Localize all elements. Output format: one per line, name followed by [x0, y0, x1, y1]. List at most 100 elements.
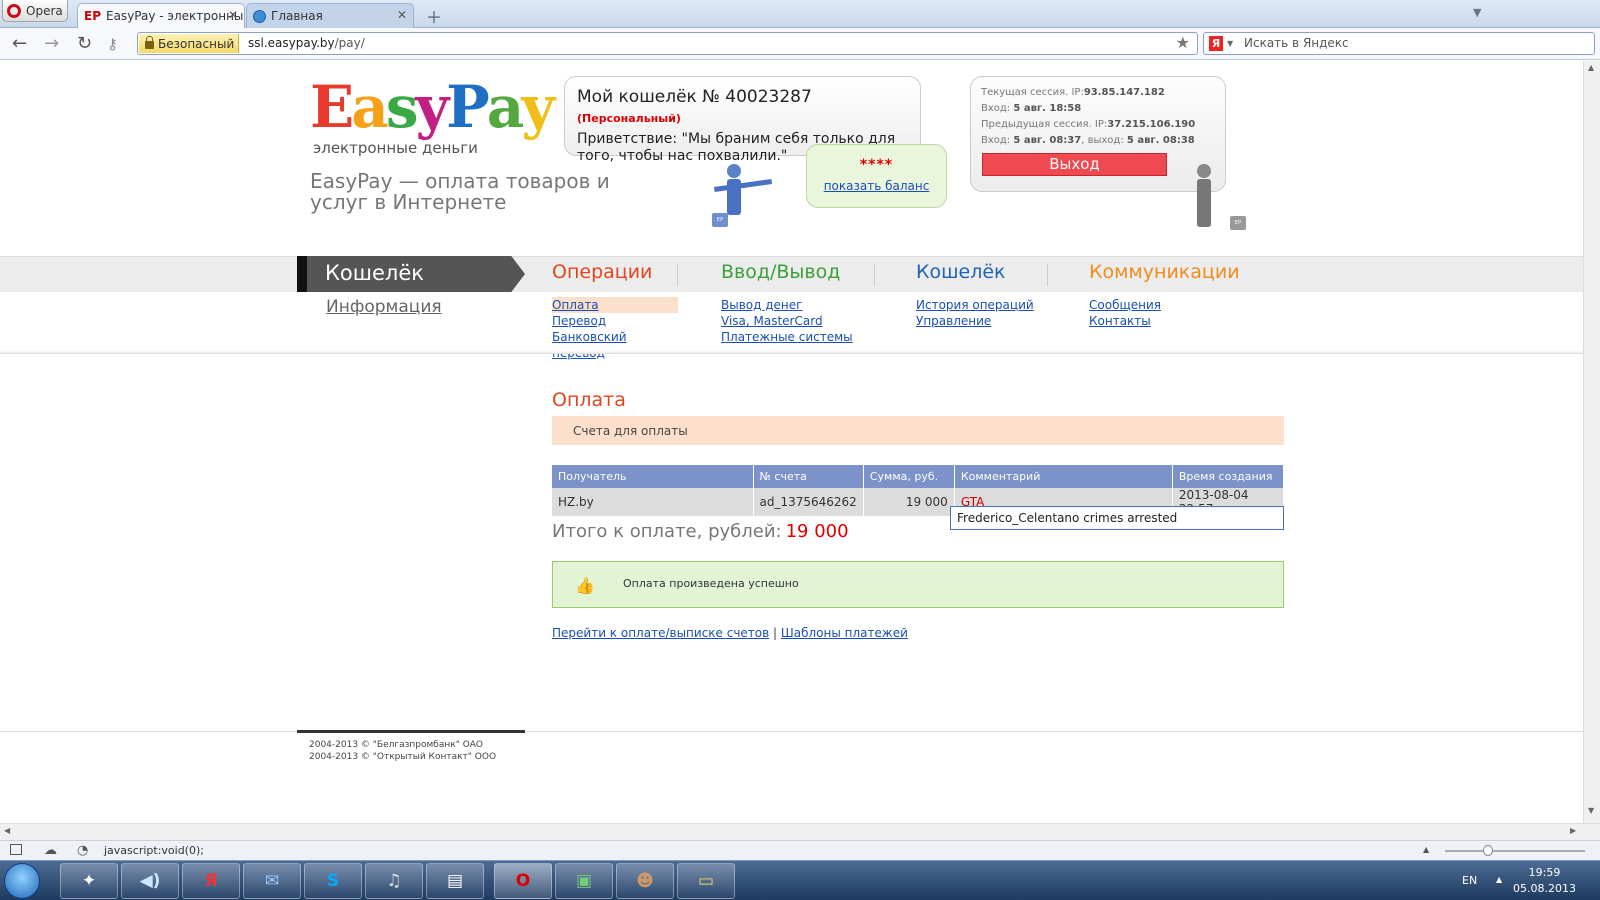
zoom-slider[interactable]: [1445, 850, 1585, 852]
cloud-icon[interactable]: ☁: [44, 843, 57, 858]
footer-copyright: 2004-2013 © "Открытый Контакт" ООО: [309, 752, 497, 762]
bottom-links: Перейти к оплате/выписке счетов | Шаблон…: [552, 626, 908, 640]
submenu-link-withdraw[interactable]: Вывод денег: [721, 297, 853, 313]
start-button[interactable]: [4, 863, 40, 899]
system-clock[interactable]: 19:59 05.08.2013: [1513, 865, 1576, 897]
info-link[interactable]: Информация: [326, 297, 442, 317]
section-subtitle: Счета для оплаты: [552, 416, 1284, 445]
opera-menu-button[interactable]: Opera: [2, 0, 68, 22]
scroll-left-icon[interactable]: ◀: [4, 826, 10, 835]
scroll-down-icon[interactable]: ▼: [1588, 806, 1594, 815]
cell-amount: 19 000: [863, 488, 955, 516]
taskbar-app-skype-icon[interactable]: S: [304, 863, 362, 899]
new-tab-icon[interactable]: ＋: [426, 4, 442, 28]
taskbar-app-opera-icon[interactable]: O: [494, 863, 552, 899]
tab-main[interactable]: Главная ✕: [246, 3, 414, 28]
current-login: Вход: 5 авг. 18:58: [981, 103, 1082, 114]
success-message-box: 👍 Оплата произведена успешно: [552, 561, 1284, 608]
submenu-link-management[interactable]: Управление: [916, 313, 1034, 329]
url-field[interactable]: Безопасный ssl.easypay.by/pay/ ★: [137, 32, 1198, 55]
logo-letter: y: [521, 73, 555, 141]
bookmark-star-icon[interactable]: ★: [1176, 33, 1190, 52]
taskbar-app-yandex-icon[interactable]: Я: [182, 863, 240, 899]
taskbar-app-game-icon[interactable]: ☻: [616, 863, 674, 899]
scroll-up-icon[interactable]: ▲: [1588, 63, 1594, 72]
previous-login: Вход: 5 авг. 08:37, выход: 5 авг. 08:38: [981, 135, 1195, 146]
wallet-number: Мой кошелёк № 40023287: [577, 87, 812, 107]
menu-operations[interactable]: Операции: [552, 261, 652, 283]
security-badge[interactable]: Безопасный: [139, 34, 239, 53]
submenu-link-payment[interactable]: Оплата: [552, 297, 678, 313]
menu-wallet[interactable]: Кошелёк: [916, 261, 1006, 283]
link-separator: |: [773, 626, 778, 640]
taskbar-app-document-icon[interactable]: ▤: [426, 863, 484, 899]
submenu-link-transfer[interactable]: Перевод: [552, 313, 678, 329]
taskbar-app-folder-icon[interactable]: ▭: [677, 863, 735, 899]
site-tagline: EasyPay — оплата товаров и услуг в Интер…: [310, 169, 610, 214]
menu-io[interactable]: Ввод/Вывод: [721, 261, 840, 283]
language-indicator[interactable]: EN: [1462, 874, 1477, 887]
back-icon[interactable]: ←: [12, 34, 27, 54]
submenu-wallet: История операций Управление: [916, 297, 1034, 329]
submenu-link-messages[interactable]: Сообщения: [1089, 297, 1161, 313]
submenu-io: Вывод денег Visa, MasterCard Платежные с…: [721, 297, 853, 345]
search-engine-dropdown-icon[interactable]: ▼: [1227, 33, 1233, 54]
column-header: Сумма, руб.: [863, 465, 955, 488]
templates-link[interactable]: Шаблоны платежей: [781, 626, 908, 640]
column-header: № счета: [753, 465, 864, 488]
submenu-link-history[interactable]: История операций: [916, 297, 1034, 313]
search-input[interactable]: Я ▼ Искать в Яндекс: [1203, 32, 1595, 55]
browser-tab-bar: Opera EP EasyPay - электронны... ✕ Главн…: [0, 0, 1600, 28]
submenu-link-bank-transfer[interactable]: Банковский перевод: [552, 329, 678, 361]
menu-separator: [874, 264, 875, 286]
footer-accent: [297, 730, 525, 733]
menu-communications[interactable]: Коммуникации: [1089, 261, 1240, 283]
key-icon[interactable]: ⚷: [107, 34, 118, 54]
submenu-link-cards[interactable]: Visa, MasterCard: [721, 313, 853, 329]
search-placeholder: Искать в Яндекс: [1244, 36, 1349, 50]
show-balance-link[interactable]: показать баланс: [807, 179, 946, 193]
close-tab-icon[interactable]: ✕: [228, 8, 238, 22]
column-header: Комментарий: [954, 465, 1173, 488]
close-tab-icon[interactable]: ✕: [397, 8, 407, 22]
forward-icon[interactable]: →: [44, 34, 59, 54]
tab-list-chevron-icon[interactable]: ▼: [1473, 6, 1481, 19]
horizontal-scrollbar[interactable]: ◀ ▶: [0, 823, 1600, 840]
logout-button[interactable]: Выход: [982, 153, 1167, 176]
balance-bubble: **** показать баланс: [806, 144, 947, 208]
logo-letter: y: [415, 73, 449, 141]
easypay-logo[interactable]: EasyPay: [310, 73, 555, 141]
footer-copyright: 2004-2013 © "Белгазпромбанк" ОАО: [309, 740, 484, 750]
zoom-slider-handle[interactable]: [1483, 845, 1493, 856]
speed-dial-icon[interactable]: ◔: [77, 843, 88, 858]
active-section-label: Кошелёк: [325, 261, 424, 285]
invoices-link[interactable]: Перейти к оплате/выписке счетов: [552, 626, 769, 640]
taskbar-app-mail-icon[interactable]: ✉: [243, 863, 301, 899]
view-chevron-icon[interactable]: ▲: [1423, 845, 1429, 854]
taskbar-app-monitor-icon[interactable]: ▣: [555, 863, 613, 899]
url-text: ssl.easypay.by/pay/: [248, 36, 365, 50]
scroll-right-icon[interactable]: ▶: [1570, 826, 1576, 835]
panel-toggle-icon[interactable]: [10, 844, 22, 855]
tab-easypay[interactable]: EP EasyPay - электронны... ✕: [77, 3, 245, 28]
submenu-link-payment-systems[interactable]: Платежные системы: [721, 329, 853, 345]
active-section-wallet[interactable]: Кошелёк: [297, 256, 525, 292]
clock-time: 19:59: [1528, 866, 1561, 879]
logo-letter: P: [446, 73, 490, 141]
taskbar-app-media-icon[interactable]: ◀): [121, 863, 179, 899]
vertical-scrollbar[interactable]: ▲ ▼: [1583, 61, 1600, 823]
taskbar-app-audio-icon[interactable]: ♫: [365, 863, 423, 899]
taskbar-app-cs-icon[interactable]: ✦: [60, 863, 118, 899]
logo-letter: a: [351, 73, 389, 141]
submenu-link-contacts[interactable]: Контакты: [1089, 313, 1161, 329]
reload-icon[interactable]: ↻: [77, 34, 92, 54]
page-title: Оплата: [552, 389, 626, 411]
previous-session: Предыдущая сессия. IP:37.215.106.190: [981, 119, 1196, 130]
yandex-icon: Я: [1209, 36, 1223, 51]
footer-divider: [0, 731, 1583, 732]
windows-taskbar: ✦ ◀) Я ✉ S ♫ ▤ O ▣ ☻ ▭ EN ▲ 19:59 05.08.…: [0, 860, 1600, 900]
tray-chevron-icon[interactable]: ▲: [1496, 875, 1502, 884]
table-header-row: Получатель № счета Сумма, руб. Комментар…: [552, 465, 1285, 488]
total-label: Итого к оплате, рублей:: [552, 521, 782, 542]
lock-icon: [145, 36, 154, 49]
